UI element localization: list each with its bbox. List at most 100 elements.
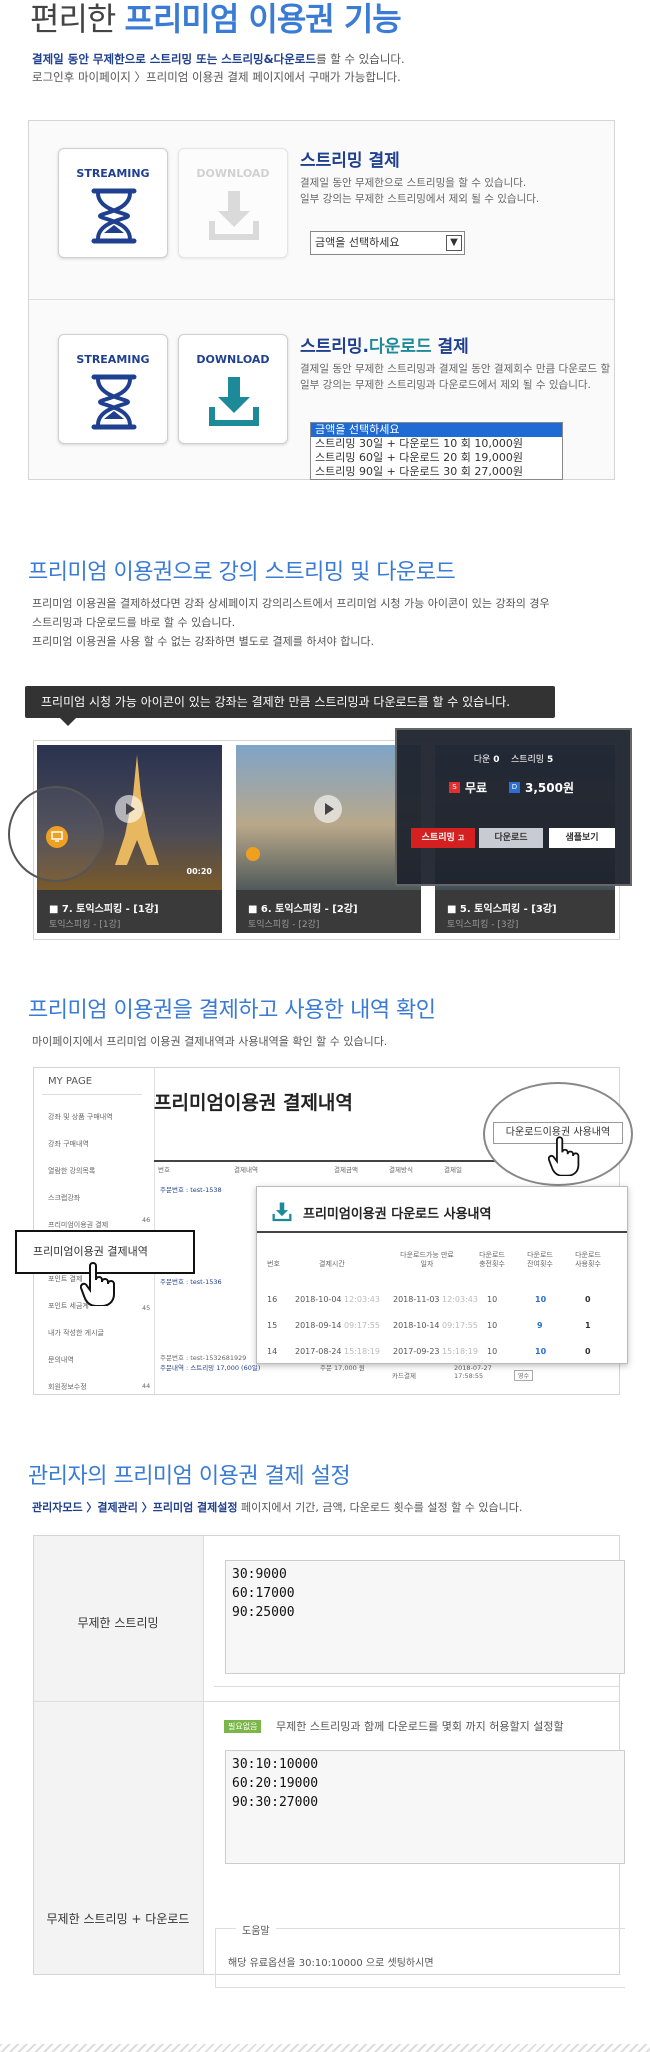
usage-header-charge: 다운로드 충전횟수 bbox=[479, 1251, 505, 1268]
download-card: DOWNLOAD bbox=[178, 334, 288, 444]
streaming-desc-2: 일부 강의는 무제한 스트리밍에서 제외 될 수 있습니다. bbox=[300, 193, 540, 205]
premium-icon bbox=[246, 847, 260, 861]
download-icon bbox=[209, 191, 259, 240]
payment-history-title: 프리미엄이용권 결제내역 bbox=[154, 1092, 353, 1114]
lecture-title: ■ 7. 토익스피킹 - [1강] bbox=[49, 904, 159, 915]
free-label: 무료 bbox=[465, 781, 488, 795]
download-label: DOWNLOAD bbox=[196, 167, 270, 180]
divider bbox=[214, 1686, 619, 1687]
row1-label: 무제한 스트리밍 bbox=[77, 1616, 159, 1630]
download-card-disabled: DOWNLOAD bbox=[178, 148, 288, 258]
streaming-download-desc-2: 일부 강의는 무제한 스트리밍과 다운로드에서 제외 될 수 있습니다. bbox=[300, 379, 591, 391]
divider bbox=[29, 299, 614, 300]
s-badge: S bbox=[449, 782, 460, 793]
divider bbox=[34, 1701, 619, 1702]
d-badge: D bbox=[509, 782, 520, 793]
page-title: 편리한 프리미엄 이용권 기능 bbox=[30, 0, 402, 38]
row2-hint: 무제한 스트리밍과 함께 다운로드를 몇회 까지 허용할지 설정할 bbox=[276, 1720, 564, 1733]
download-icon bbox=[209, 377, 259, 426]
row-number: 44 bbox=[142, 1382, 151, 1390]
sidebar-item-viewed[interactable]: 열람한 강의목록 bbox=[48, 1166, 95, 1176]
status-badge: 필요없음 bbox=[224, 1720, 262, 1733]
row2-label: 무제한 스트리밍 + 다운로드 bbox=[46, 1912, 190, 1926]
sidebar-item-member-info[interactable]: 회원정보수정 bbox=[48, 1382, 87, 1392]
receipt-button[interactable]: 영수 bbox=[514, 1370, 534, 1381]
section2-line-2: 스트리밍과 다운로드를 바로 할 수 있습니다. bbox=[32, 616, 236, 629]
streaming-download-options[interactable]: 금액을 선택하세요 스트리밍 30일 + 다운로드 10 회 10,000원 스… bbox=[310, 422, 563, 480]
stream-button[interactable]: 스트리밍 고 bbox=[411, 828, 475, 848]
sidebar-item-my-posts[interactable]: 내가 작성한 게시글 bbox=[48, 1328, 104, 1338]
premium-icon bbox=[46, 826, 68, 848]
purchase-popup: 다운 0 스트리밍 5 S 무료 D 3,500원 스트리밍 고 다운로드 샘플… bbox=[395, 728, 632, 886]
play-icon[interactable] bbox=[314, 795, 342, 823]
divider bbox=[257, 1231, 627, 1233]
select-value: 금액을 선택하세요 bbox=[315, 236, 400, 249]
download-icon bbox=[272, 1202, 292, 1222]
sidebar-item-premium-pay[interactable]: 프리미엄이용권 결제 bbox=[48, 1220, 108, 1230]
magnifier-circle bbox=[8, 786, 104, 882]
duration: 00:20 bbox=[186, 867, 212, 876]
order-items: 주문내역 : 스트리밍 17,000 (60일) bbox=[160, 1364, 261, 1372]
chevron-down-icon: ▼ bbox=[446, 235, 462, 251]
option-90days[interactable]: 스트리밍 90일 + 다운로드 30 회 27,000원 bbox=[311, 465, 562, 479]
hourglass-icon bbox=[91, 188, 137, 244]
sidebar-item-orders[interactable]: 강좌 및 상품 구매내역 bbox=[48, 1112, 113, 1122]
lecture-thumb-2[interactable]: ■ 6. 토익스피킹 - [2강] 토익스피킹 - [2강] bbox=[236, 745, 421, 933]
hand-cursor-icon bbox=[548, 1136, 580, 1176]
section3-desc: 마이페이지에서 프리미엄 이용권 결제내역과 사용내역을 확인 할 수 있습니다… bbox=[32, 1035, 388, 1048]
streaming-download-title: 스트리밍.다운로드 결제 bbox=[300, 337, 469, 357]
price-label: 3,500원 bbox=[525, 781, 574, 795]
option-30days[interactable]: 스트리밍 30일 + 다운로드 10 회 10,000원 bbox=[311, 437, 562, 451]
monitor-icon bbox=[51, 831, 63, 842]
download-label: DOWNLOAD bbox=[196, 353, 270, 366]
streaming-download-price-textarea[interactable]: 30:10:10000 60:20:19000 90:30:27000 bbox=[225, 1750, 625, 1864]
order-line: 주문번호 : test-1536 bbox=[160, 1278, 222, 1286]
streaming-label: STREAMING bbox=[76, 167, 150, 180]
streaming-price-textarea[interactable]: 30:9000 60:17000 90:25000 bbox=[225, 1560, 625, 1674]
download-button[interactable]: 다운로드 bbox=[479, 828, 543, 848]
lecture-subtitle: 토익스피킹 - [1강] bbox=[49, 920, 121, 930]
streaming-card-2: STREAMING bbox=[58, 334, 168, 444]
usage-header-time: 결제시간 bbox=[319, 1260, 345, 1268]
usage-header-expiry: 다운로드가능 만료일자 bbox=[400, 1251, 454, 1268]
streaming-card: STREAMING bbox=[58, 148, 168, 258]
divider bbox=[42, 1094, 142, 1095]
option-60days[interactable]: 스트리밍 60일 + 다운로드 20 회 19,000원 bbox=[311, 451, 562, 465]
count-info: 다운 0 스트리밍 5 bbox=[473, 755, 554, 765]
sidebar-item-inquiries[interactable]: 문의내역 bbox=[48, 1355, 74, 1365]
order-line: 주문번호 : test-1538 bbox=[160, 1186, 222, 1194]
row-number: 46 bbox=[142, 1216, 151, 1224]
row-number: 45 bbox=[142, 1304, 151, 1312]
section2-line-3: 프리미엄 이용권을 사용 할 수 없는 강좌하면 별도로 결제를 하셔야 합니다… bbox=[32, 635, 375, 648]
section4-desc: 관리자모드 〉결제관리 〉프리미엄 결제설정 페이지에서 기간, 금액, 다운로… bbox=[32, 1501, 523, 1514]
option-placeholder[interactable]: 금액을 선택하세요 bbox=[311, 423, 562, 437]
streaming-download-desc-1: 결제일 동안 무제한 스트리밍과 결제일 동안 결제회수 만큼 다운로드 할 수… bbox=[300, 363, 612, 375]
streaming-amount-select[interactable]: 금액을 선택하세요 ▼ bbox=[310, 231, 465, 255]
usage-modal: 프리미엄이용권 다운로드 사용내역 번호 결제시간 다운로드가능 만료일자 다운… bbox=[256, 1186, 628, 1364]
section3-title: 프리미엄 이용권을 결제하고 사용한 내역 확인 bbox=[28, 998, 436, 1023]
intro-line-2: 로그인후 마이페이지 〉프리미엄 이용권 결제 페이지에서 구매가 가능합니다. bbox=[32, 70, 401, 84]
play-icon[interactable] bbox=[115, 795, 143, 823]
intro-line-1: 결제일 동안 무제한으로 스트리밍 또는 스트리밍&다운로드를 할 수 있습니다… bbox=[32, 52, 405, 66]
hand-cursor-icon bbox=[80, 1262, 115, 1306]
lecture-title: ■ 6. 토익스피킹 - [2강] bbox=[248, 904, 358, 915]
usage-header-remain: 다운로드 잔여횟수 bbox=[527, 1251, 553, 1268]
mypage-heading: MY PAGE bbox=[48, 1076, 93, 1087]
page-bottom-pattern bbox=[0, 2044, 650, 2052]
lecture-subtitle: 토익스피킹 - [3강] bbox=[447, 920, 519, 930]
usage-header-no: 번호 bbox=[267, 1260, 280, 1268]
section2-title: 프리미엄 이용권으로 강의 스트리밍 및 다운로드 bbox=[28, 560, 456, 585]
sidebar-item-course-orders[interactable]: 강좌 구매내역 bbox=[48, 1139, 89, 1149]
lecture-title: ■ 5. 토익스피킹 - [3강] bbox=[447, 904, 557, 915]
hourglass-icon bbox=[91, 374, 137, 430]
sidebar-item-point-pay[interactable]: 포인트 결제 bbox=[48, 1274, 82, 1284]
streaming-label: STREAMING bbox=[76, 353, 150, 366]
streaming-payment-title: 스트리밍 결제 bbox=[300, 151, 400, 171]
sidebar-item-scrap[interactable]: 스크랩강좌 bbox=[48, 1193, 80, 1203]
premium-tooltip: 프리미엄 시청 가능 아이콘이 있는 강좌는 결제한 만큼 스트리밍과 다운로드… bbox=[25, 686, 555, 726]
sample-button[interactable]: 샘플보기 bbox=[549, 828, 615, 848]
usage-modal-title: 프리미엄이용권 다운로드 사용내역 bbox=[303, 1207, 492, 1222]
streaming-desc-1: 결제일 동안 무제한으로 스트리밍을 할 수 있습니다. bbox=[300, 177, 527, 189]
order-line: 주문번호 : test-1532681929 bbox=[160, 1354, 247, 1362]
row3-method: 카드결제 bbox=[392, 1372, 416, 1380]
